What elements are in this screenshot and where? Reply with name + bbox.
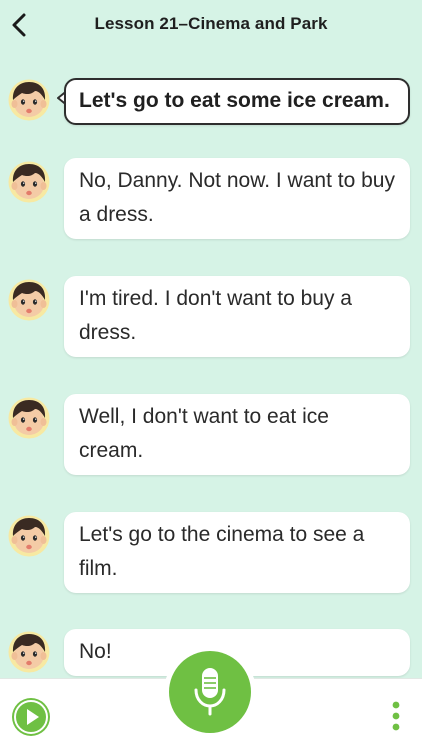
microphone-button[interactable] — [169, 651, 251, 733]
play-button[interactable] — [11, 697, 51, 737]
dialogue-bubble-active[interactable]: Let's go to eat some ice cream. — [64, 78, 410, 125]
boy-avatar — [8, 279, 50, 321]
boy-avatar — [8, 397, 50, 439]
dialogue-bubble[interactable]: No, Danny. Not now. I want to buy a dres… — [64, 158, 410, 239]
dialogue-bubble[interactable]: Well, I don't want to eat ice cream. — [64, 394, 410, 475]
play-icon — [12, 698, 50, 736]
boy-avatar — [8, 79, 50, 121]
lesson-dialogue-screen: Lesson 21–Cinema and Park Let's go to ea… — [0, 0, 422, 750]
dialogue-bubble[interactable]: Let's go to the cinema to see a film. — [64, 512, 410, 593]
page-title: Lesson 21–Cinema and Park — [94, 14, 328, 33]
boy-avatar — [8, 161, 50, 203]
more-vertical-icon — [392, 701, 400, 731]
dialogue-list: Let's go to eat some ice cream. No, Dann… — [0, 52, 422, 678]
more-options-button[interactable] — [386, 698, 406, 738]
boy-avatar — [8, 631, 50, 673]
dialogue-bubble[interactable]: I'm tired. I don't want to buy a dress. — [64, 276, 410, 357]
boy-avatar — [8, 515, 50, 557]
header-bar: Lesson 21–Cinema and Park — [0, 0, 422, 52]
microphone-icon — [194, 668, 226, 716]
